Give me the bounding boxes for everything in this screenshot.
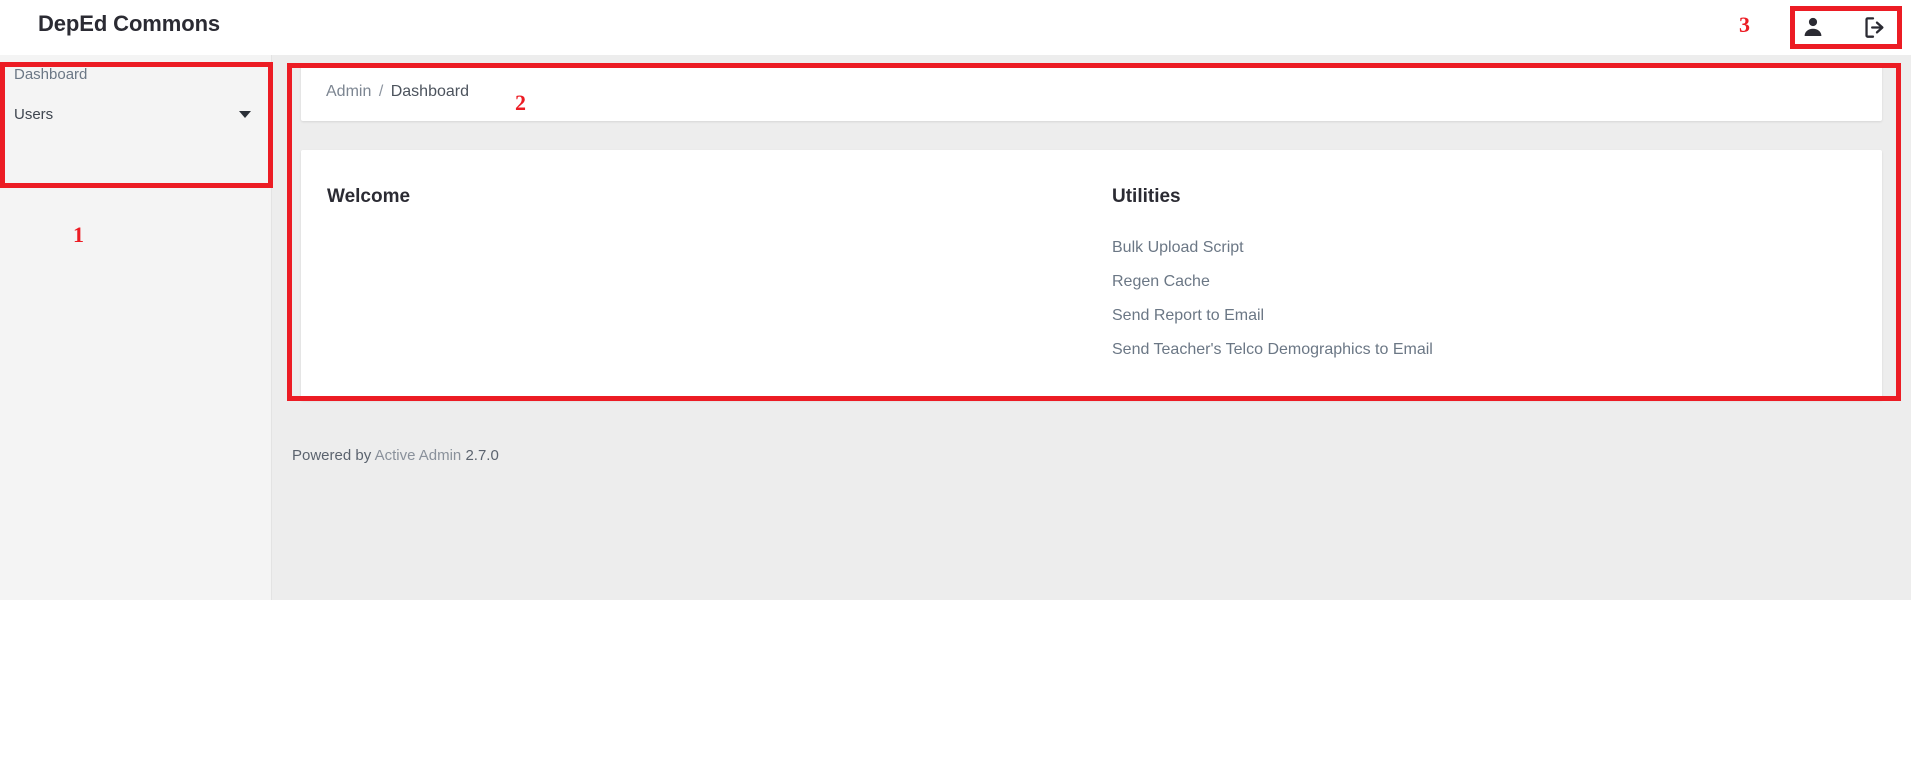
breadcrumb-panel: Admin / Dashboard xyxy=(301,64,1882,121)
main-content: Admin / Dashboard Welcome Utilities Bulk… xyxy=(273,55,1911,600)
list-item: Bulk Upload Script xyxy=(1112,231,1812,265)
list-item: Send Teacher's Telco Demographics to Ema… xyxy=(1112,333,1812,367)
breadcrumb-parent[interactable]: Admin xyxy=(326,83,371,100)
footer-prefix: Powered by xyxy=(292,447,372,464)
page-footer: Powered by Active Admin 2.7.0 xyxy=(273,440,1911,480)
breadcrumb-separator: / xyxy=(378,83,384,100)
utilities-column: Utilities Bulk Upload Script Regen Cache… xyxy=(1112,150,1812,367)
app-header: DepEd Commons xyxy=(0,0,1911,55)
header-actions xyxy=(1786,9,1902,45)
account-icon[interactable] xyxy=(1800,14,1826,40)
footer-version: 2.7.0 xyxy=(465,447,499,464)
utility-link-bulk-upload-script[interactable]: Bulk Upload Script xyxy=(1112,231,1812,265)
sidebar: Dashboard Users xyxy=(0,55,272,600)
utility-link-send-teachers-telco-demographics-to-email[interactable]: Send Teacher's Telco Demographics to Ema… xyxy=(1112,333,1812,367)
utilities-list: Bulk Upload Script Regen Cache Send Repo… xyxy=(1112,206,1812,367)
welcome-heading: Welcome xyxy=(327,186,411,207)
page-root: DepEd Commons Dashboard Users Admin / Da… xyxy=(0,0,1911,600)
utility-link-send-report-to-email[interactable]: Send Report to Email xyxy=(1112,299,1812,333)
footer-text: Powered by Active Admin 2.7.0 xyxy=(292,447,499,464)
utility-link-regen-cache[interactable]: Regen Cache xyxy=(1112,265,1812,299)
breadcrumb-current: Dashboard xyxy=(390,83,469,100)
active-admin-link[interactable]: Active Admin xyxy=(375,447,462,464)
welcome-column: Welcome xyxy=(327,150,1087,206)
list-item: Send Report to Email xyxy=(1112,299,1812,333)
site-title: DepEd Commons xyxy=(38,11,221,36)
dashboard-panel: Welcome Utilities Bulk Upload Script Reg… xyxy=(301,150,1882,400)
sidebar-item-label: Dashboard xyxy=(14,65,88,83)
utilities-heading: Utilities xyxy=(1112,186,1181,207)
sidebar-item-label: Users xyxy=(14,105,54,123)
breadcrumb: Admin / Dashboard xyxy=(326,83,469,101)
sidebar-item-dashboard[interactable]: Dashboard xyxy=(14,61,258,87)
logout-icon[interactable] xyxy=(1862,14,1888,40)
sidebar-item-users[interactable]: Users xyxy=(14,101,258,127)
chevron-down-icon xyxy=(239,110,251,118)
list-item: Regen Cache xyxy=(1112,265,1812,299)
